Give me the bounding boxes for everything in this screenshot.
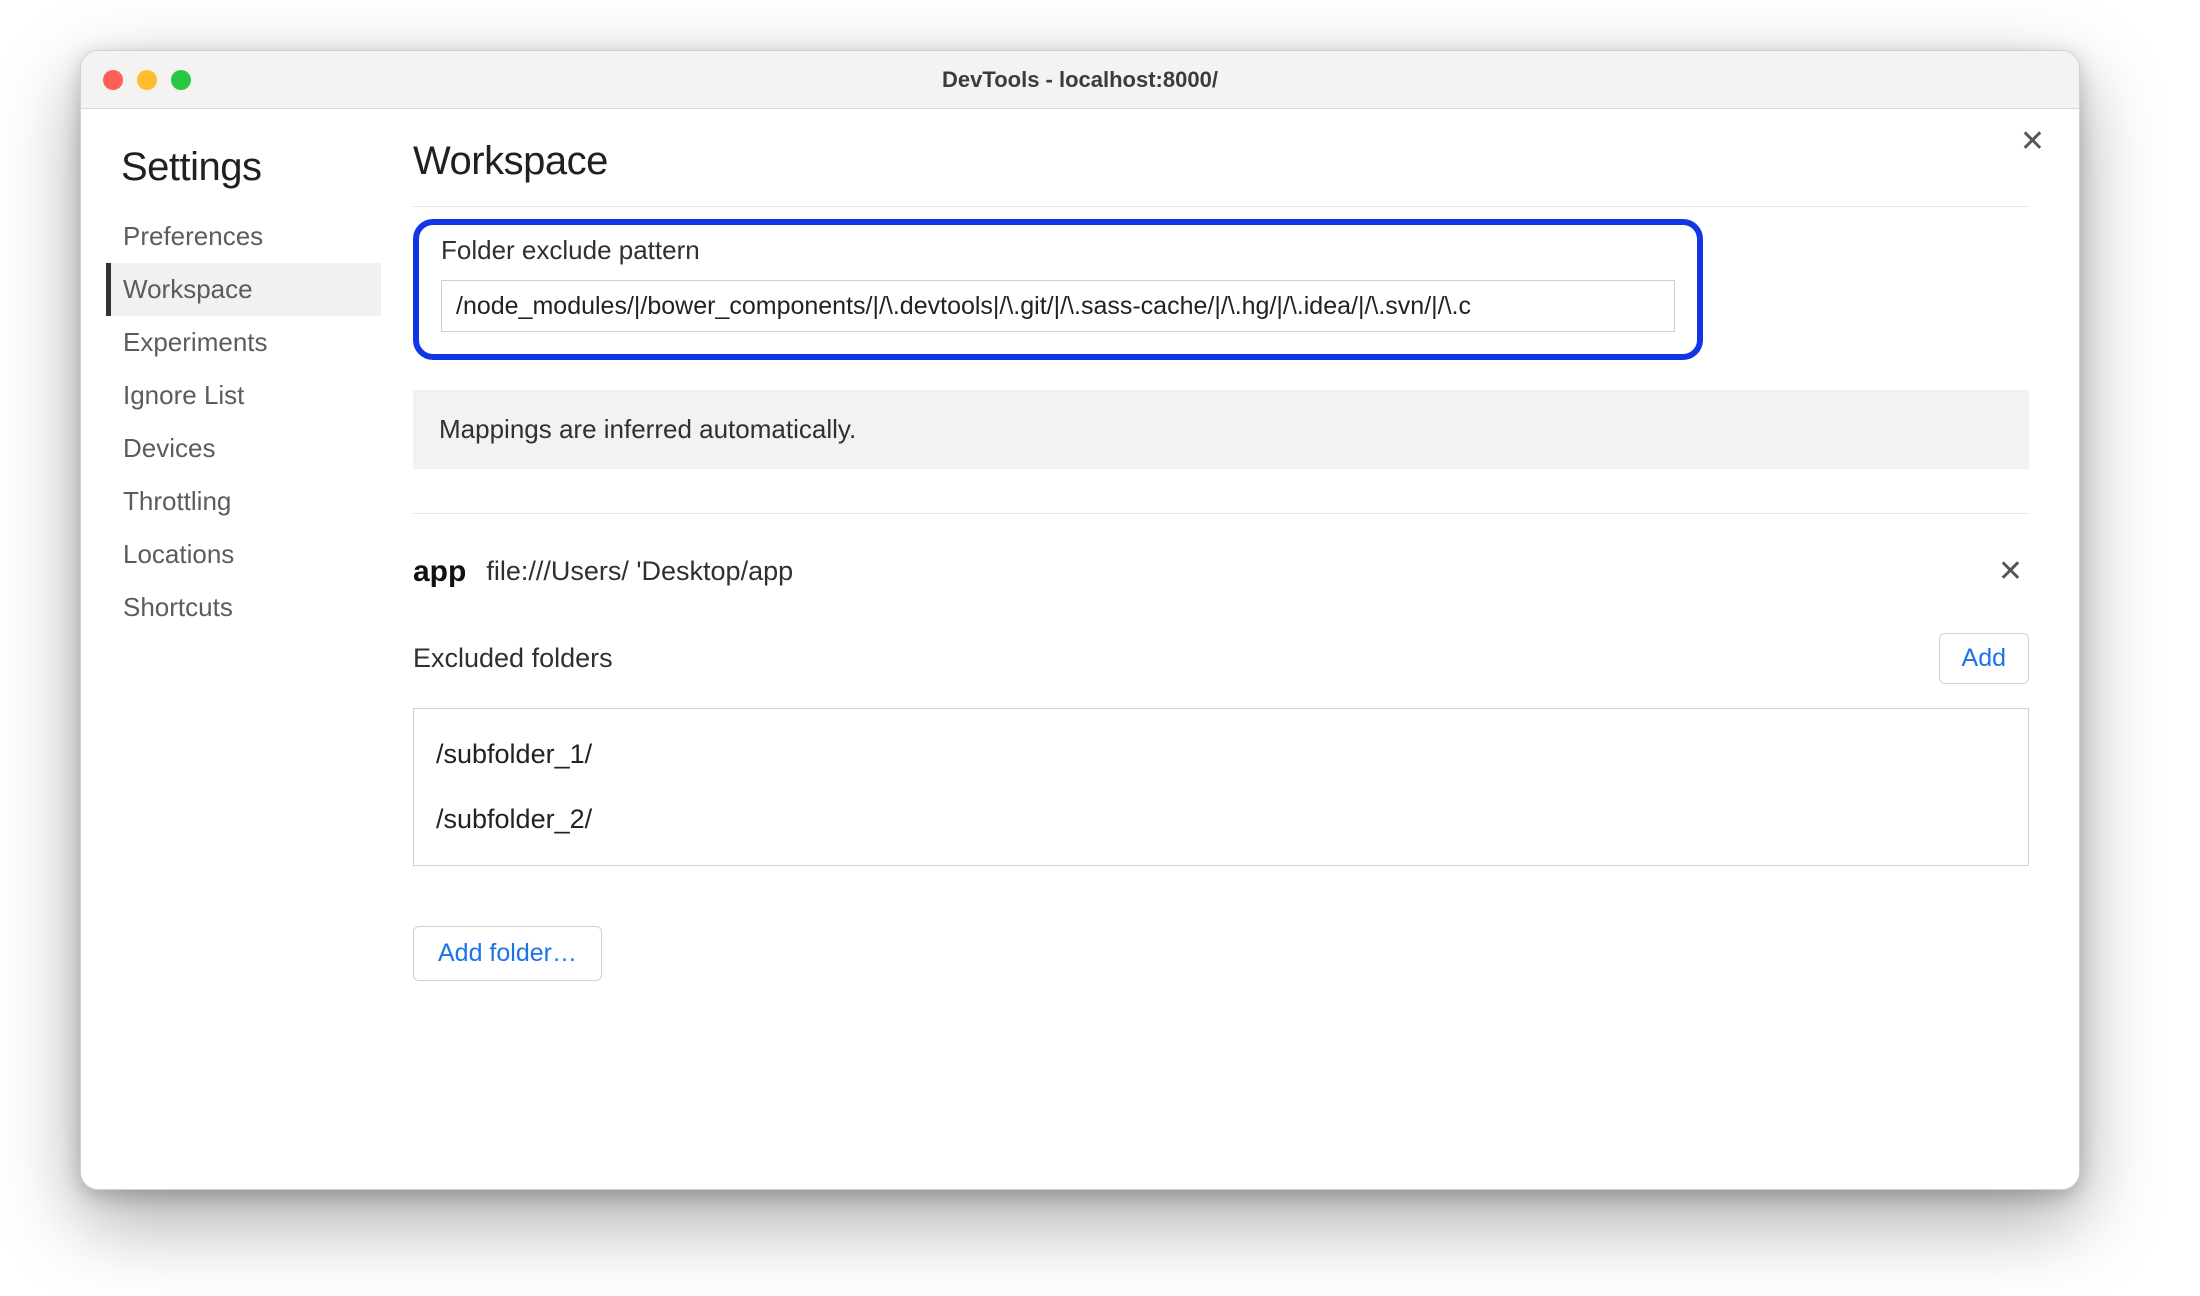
sidebar-item-ignore-list[interactable]: Ignore List xyxy=(106,369,381,422)
sidebar-item-label: Ignore List xyxy=(123,380,244,410)
excluded-folders-list: /subfolder_1/ /subfolder_2/ xyxy=(413,708,2029,866)
workspace-folder-path: file:///Users/ 'Desktop/app xyxy=(486,556,1972,587)
settings-content: ✕ Settings Preferences Workspace Experim… xyxy=(81,109,2079,1189)
sidebar-item-preferences[interactable]: Preferences xyxy=(106,210,381,263)
settings-close-icon[interactable]: ✕ xyxy=(2020,127,2045,157)
sidebar-item-experiments[interactable]: Experiments xyxy=(106,316,381,369)
add-folder-row: Add folder… xyxy=(413,926,2029,981)
window-zoom-icon[interactable] xyxy=(171,70,191,90)
panel-title: Workspace xyxy=(413,139,2029,207)
folder-exclude-pattern-label: Folder exclude pattern xyxy=(441,235,1675,266)
excluded-folder-item[interactable]: /subfolder_2/ xyxy=(436,796,2006,843)
sidebar-item-label: Shortcuts xyxy=(123,592,233,622)
sidebar-item-shortcuts[interactable]: Shortcuts xyxy=(106,581,381,634)
section-divider xyxy=(413,513,2029,514)
remove-folder-icon[interactable]: ✕ xyxy=(1992,554,2029,589)
window-close-icon[interactable] xyxy=(103,70,123,90)
sidebar-item-locations[interactable]: Locations xyxy=(106,528,381,581)
settings-sidebar: Settings Preferences Workspace Experimen… xyxy=(111,139,381,1159)
folder-exclude-pattern-input[interactable] xyxy=(441,280,1675,332)
sidebar-item-label: Workspace xyxy=(123,274,253,304)
sidebar-item-label: Locations xyxy=(123,539,234,569)
add-excluded-folder-button[interactable]: Add xyxy=(1939,633,2029,684)
sidebar-item-label: Preferences xyxy=(123,221,263,251)
window-titlebar: DevTools - localhost:8000/ xyxy=(81,51,2079,109)
excluded-folders-label: Excluded folders xyxy=(413,643,613,674)
sidebar-item-label: Devices xyxy=(123,433,215,463)
excluded-folders-header: Excluded folders Add xyxy=(413,633,2029,684)
window-traffic-lights xyxy=(103,70,191,90)
workspace-panel: Workspace Folder exclude pattern Mapping… xyxy=(381,139,2039,1159)
sidebar-item-label: Throttling xyxy=(123,486,231,516)
sidebar-item-label: Experiments xyxy=(123,327,268,357)
window-minimize-icon[interactable] xyxy=(137,70,157,90)
sidebar-item-devices[interactable]: Devices xyxy=(106,422,381,475)
mappings-info-banner: Mappings are inferred automatically. xyxy=(413,390,2029,469)
workspace-folder-name: app xyxy=(413,555,466,589)
workspace-folder-row: app file:///Users/ 'Desktop/app ✕ xyxy=(413,554,2029,589)
folder-exclude-pattern-group: Folder exclude pattern xyxy=(413,219,1703,360)
sidebar-item-workspace[interactable]: Workspace xyxy=(106,263,381,316)
window-title: DevTools - localhost:8000/ xyxy=(942,67,1218,93)
devtools-window: DevTools - localhost:8000/ ✕ Settings Pr… xyxy=(80,50,2080,1190)
settings-sidebar-title: Settings xyxy=(111,145,381,210)
add-folder-button[interactable]: Add folder… xyxy=(413,926,602,981)
sidebar-item-throttling[interactable]: Throttling xyxy=(106,475,381,528)
excluded-folder-item[interactable]: /subfolder_1/ xyxy=(436,731,2006,778)
